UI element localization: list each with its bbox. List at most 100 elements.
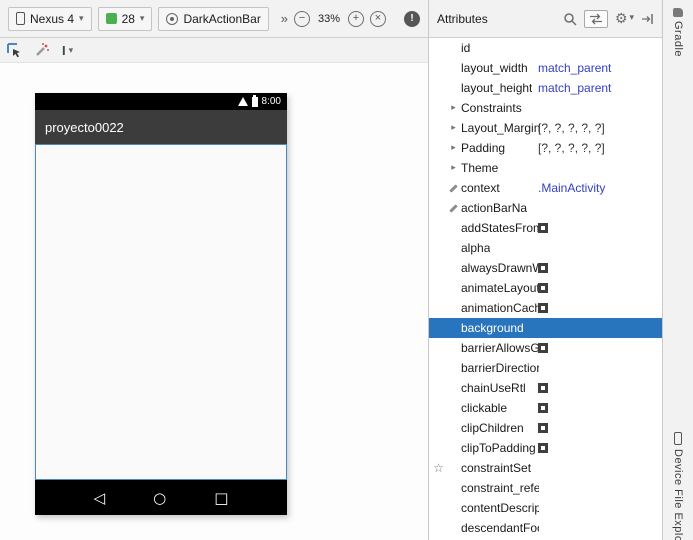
device-selector-label: Nexus 4	[30, 12, 74, 26]
attribute-row[interactable]: layout_height match_parent	[429, 78, 662, 98]
attribute-row[interactable]: animationCach	[429, 298, 662, 318]
zoom-in-button[interactable]: +	[348, 11, 364, 27]
constraint-layout-root[interactable]	[35, 144, 287, 480]
attribute-row[interactable]: clipChildren	[429, 418, 662, 438]
attribute-row[interactable]: descendantFoc	[429, 518, 662, 538]
search-button[interactable]	[563, 12, 577, 26]
attribute-row[interactable]: actionBarNa	[429, 198, 662, 218]
swap-arrows-icon	[589, 13, 603, 25]
attribute-value[interactable]: match_parent	[538, 58, 611, 78]
hide-panel-button[interactable]	[641, 13, 654, 25]
attribute-name: alpha	[461, 238, 490, 258]
select-tool-button[interactable]	[6, 42, 22, 58]
text-view-options-button[interactable]: I ▾	[62, 43, 73, 58]
text-tool-icon: I	[62, 43, 66, 58]
flag-picker-icon[interactable]	[538, 283, 548, 293]
device-icon	[16, 12, 25, 25]
device-file-explorer-tool-button[interactable]: Device File Explo	[663, 432, 693, 540]
flag-picker-icon[interactable]	[538, 343, 548, 353]
attribute-row[interactable]: barrierAllowsG	[429, 338, 662, 358]
attribute-row[interactable]: contentDescrip	[429, 498, 662, 518]
attribute-value[interactable]: [?, ?, ?, ?, ?]	[538, 118, 605, 138]
render-issues-button[interactable]: !	[404, 11, 420, 27]
attribute-name: clipChildren	[461, 418, 524, 438]
attribute-name: actionBarNa	[461, 198, 527, 218]
attribute-name: chainUseRtl	[461, 378, 526, 398]
attribute-row[interactable]: clickable	[429, 398, 662, 418]
row-lead-icon	[447, 58, 460, 78]
gradle-tool-label: Gradle	[672, 21, 684, 57]
attribute-row[interactable]: context .MainActivity	[429, 178, 662, 198]
design-canvas[interactable]: 8:00 proyecto0022 ◁ ○ □	[0, 63, 428, 540]
chevron-down-icon: ▾	[69, 46, 74, 55]
flag-picker-icon[interactable]	[538, 383, 548, 393]
theme-selector-label: DarkActionBar	[183, 12, 260, 26]
attribute-name: animationCach	[461, 298, 539, 318]
api-level-icon	[106, 13, 117, 24]
device-preview[interactable]: 8:00 proyecto0022 ◁ ○ □	[35, 93, 287, 515]
flag-picker-icon[interactable]	[538, 403, 548, 413]
attribute-value[interactable]: [?, ?, ?, ?, ?]	[538, 138, 605, 158]
attribute-row[interactable]: barrierDirectior	[429, 358, 662, 378]
status-time: 8:00	[262, 96, 281, 107]
device-file-explorer-icon	[674, 432, 682, 445]
attribute-row[interactable]: animateLayout	[429, 278, 662, 298]
attribute-row[interactable]: constraint_refe	[429, 478, 662, 498]
attribute-row[interactable]: Constraints	[429, 98, 662, 118]
device-selector[interactable]: Nexus 4 ▾	[8, 7, 92, 31]
flag-picker-icon[interactable]	[538, 303, 548, 313]
flag-picker-icon[interactable]	[538, 423, 548, 433]
chevron-icon	[447, 118, 460, 138]
panel-settings-button[interactable]: ⚙ ▾	[615, 11, 634, 27]
attribute-row[interactable]: Padding [?, ?, ?, ?, ?]	[429, 138, 662, 158]
attribute-row[interactable]: chainUseRtl	[429, 378, 662, 398]
row-lead-icon	[447, 398, 460, 418]
attributes-header: Attributes ⚙ ▾	[429, 0, 662, 38]
device-file-explorer-label: Device File Explo	[672, 449, 684, 540]
attribute-name: constraint_refe	[461, 478, 539, 498]
preview-action-bar: proyecto0022	[35, 110, 287, 144]
attribute-row[interactable]: background	[429, 318, 662, 338]
attribute-value[interactable]: match_parent	[538, 78, 611, 98]
row-lead-icon	[447, 438, 460, 458]
attribute-row[interactable]: addStatesFrom	[429, 218, 662, 238]
row-lead-icon	[447, 238, 460, 258]
attribute-row[interactable]: clipToPadding	[429, 438, 662, 458]
gradle-tool-button[interactable]: Gradle	[663, 8, 693, 57]
zoom-reset-button[interactable]: ×	[370, 11, 386, 27]
zoom-out-button[interactable]: −	[294, 11, 310, 27]
attribute-row[interactable]: layout_width match_parent	[429, 58, 662, 78]
attribute-name: clipToPadding	[461, 438, 536, 458]
row-lead-icon	[447, 338, 460, 358]
attribute-row[interactable]: Theme	[429, 158, 662, 178]
nav-recents-icon: □	[214, 489, 228, 507]
attribute-value[interactable]: .MainActivity	[538, 178, 605, 198]
flag-picker-icon[interactable]	[538, 223, 548, 233]
chevron-icon	[447, 158, 460, 178]
magic-wand-icon	[34, 42, 50, 58]
attribute-row[interactable]: constraintSet	[429, 458, 662, 478]
row-lead-icon	[447, 518, 460, 538]
attribute-row[interactable]: alpha	[429, 238, 662, 258]
flag-picker-icon[interactable]	[538, 443, 548, 453]
attribute-row[interactable]: alwaysDrawnW	[429, 258, 662, 278]
magic-wand-button[interactable]	[34, 42, 50, 58]
attribute-row[interactable]: Layout_Margin [?, ?, ?, ?, ?]	[429, 118, 662, 138]
theme-selector[interactable]: DarkActionBar	[158, 7, 268, 31]
row-lead-icon	[447, 78, 460, 98]
row-lead-icon	[447, 38, 460, 58]
attribute-name: addStatesFrom	[461, 218, 539, 238]
design-toolbar: Nexus 4 ▾ 28 ▾ DarkActionBar » − 33% + ×…	[0, 0, 428, 38]
attribute-name: Layout_Margin	[461, 118, 539, 138]
attribute-row[interactable]: id	[429, 38, 662, 58]
flag-picker-icon[interactable]	[538, 263, 548, 273]
row-lead-icon	[447, 318, 460, 338]
toolbar-overflow-chevrons[interactable]: »	[281, 11, 288, 26]
api-level-selector[interactable]: 28 ▾	[98, 7, 153, 31]
right-tool-strip: Gradle Device File Explo	[662, 0, 693, 540]
wifi-icon	[238, 97, 248, 106]
star-icon	[432, 458, 445, 478]
toggle-view-mode-button[interactable]	[584, 10, 608, 28]
row-lead-icon	[447, 498, 460, 518]
android-studio-layout-editor: Nexus 4 ▾ 28 ▾ DarkActionBar » − 33% + ×…	[0, 0, 693, 540]
